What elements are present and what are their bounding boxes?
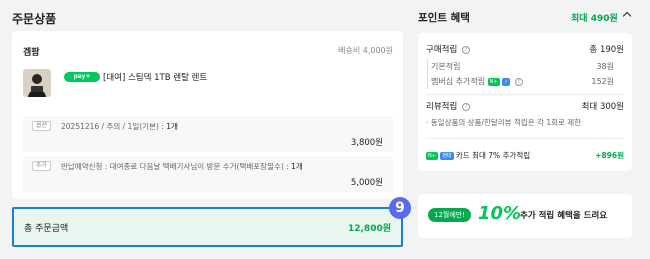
promo-text: 추가 적립 혜택을 드려요 [520,211,608,221]
option-row: 옵션 20251216 / 주의 / 1일(기본) : 1개 3,800원 [23,116,393,152]
addon-row: 추가 반납예약신청 : 대여종료 다음날 택배기사님이 방문 수거(택배포장필수… [23,156,393,192]
check-mini-badge: ✓ [502,77,511,86]
membership-points-label: 멤버십 추가적립 [431,77,486,86]
purchase-points-value: 총 190원 [589,45,624,55]
option-text: 20251216 / 주의 / 1일(기본) : 1개 [61,122,178,131]
npay-plus-badge: pay+ [64,72,100,82]
promo-banner[interactable]: 12월에만! 10% 추가 적립 혜택을 드려요 [418,194,632,238]
basic-points-label: 기본적립 [431,62,461,71]
product-name[interactable]: [대여] 스팀덱 1TB 렌탈 렌트 [103,71,207,83]
card-brand-mini-badge: 현대 [440,152,454,160]
npay-plus-mini-badge: N+ [487,77,500,86]
sub-item-bar [427,59,428,89]
points-summary[interactable]: 최대 490원 [571,11,618,24]
total-value: 12,800원 [347,224,391,234]
points-panel: 구매적립 ? 총 190원 기본적립 38원 멤버십 추가적립 N+ ✓ ? 1… [418,33,632,171]
option-price: 3,800원 [350,138,383,148]
review-points-value: 최대 300원 [581,102,624,112]
option-tag: 옵션 [32,121,52,131]
review-points-label: 리뷰적립 [426,102,458,112]
review-points-row: 리뷰적립 ? 최대 300원 [426,100,624,112]
divider [426,94,624,95]
help-icon[interactable]: ? [461,45,470,54]
addon-tag: 추가 [32,161,52,171]
basic-points-value: 38원 [596,62,614,71]
membership-points-row: 멤버십 추가적립 N+ ✓ ? 152원 [431,76,614,87]
card-points-label: 카드 최대 7% 추가적립 [455,151,531,160]
step-number-badge: 9 [389,197,411,219]
card-points-value: +896원 [595,151,624,160]
divider [426,138,624,139]
npay-plus-mini-badge: N+ [426,152,438,160]
purchase-points-label: 구매적립 [426,45,458,55]
total-amount-box: 총 주문금액 12,800원 [12,207,403,247]
addon-price: 5,000원 [350,178,383,188]
basic-points-row: 기본적립 38원 [431,61,614,72]
total-label: 총 주문금액 [24,224,69,234]
promo-pill: 12월에만! [428,208,472,222]
chevron-up-icon[interactable] [622,11,632,21]
card-points-row: N+ 현대 카드 최대 7% 추가적립 +896원 [426,150,624,161]
help-icon[interactable]: ? [514,77,523,86]
promo-percent: 10% [478,203,522,224]
help-icon[interactable]: ? [461,102,470,111]
seller-name[interactable]: 겜팜 [23,45,40,58]
addon-text: 반납예약신청 : 대여종료 다음날 택배기사님이 방문 수거(택배포장필수) :… [61,162,303,171]
shipping-fee: 배송비 4,000원 [338,46,393,55]
order-panel: 겜팜 배송비 4,000원 pay+ [대여] 스팀덱 1TB 렌탈 렌트 옵션… [12,31,403,199]
membership-points-value: 152원 [591,77,614,86]
order-section-title: 주문상품 [12,12,57,26]
review-note: · 동일상품의 상품/한달리뷰 적립은 각 1회로 제한 [426,118,582,127]
product-thumbnail[interactable] [23,69,51,97]
purchase-points-row: 구매적립 ? 총 190원 [426,43,624,55]
points-section-title: 포인트 혜택 [418,12,470,24]
